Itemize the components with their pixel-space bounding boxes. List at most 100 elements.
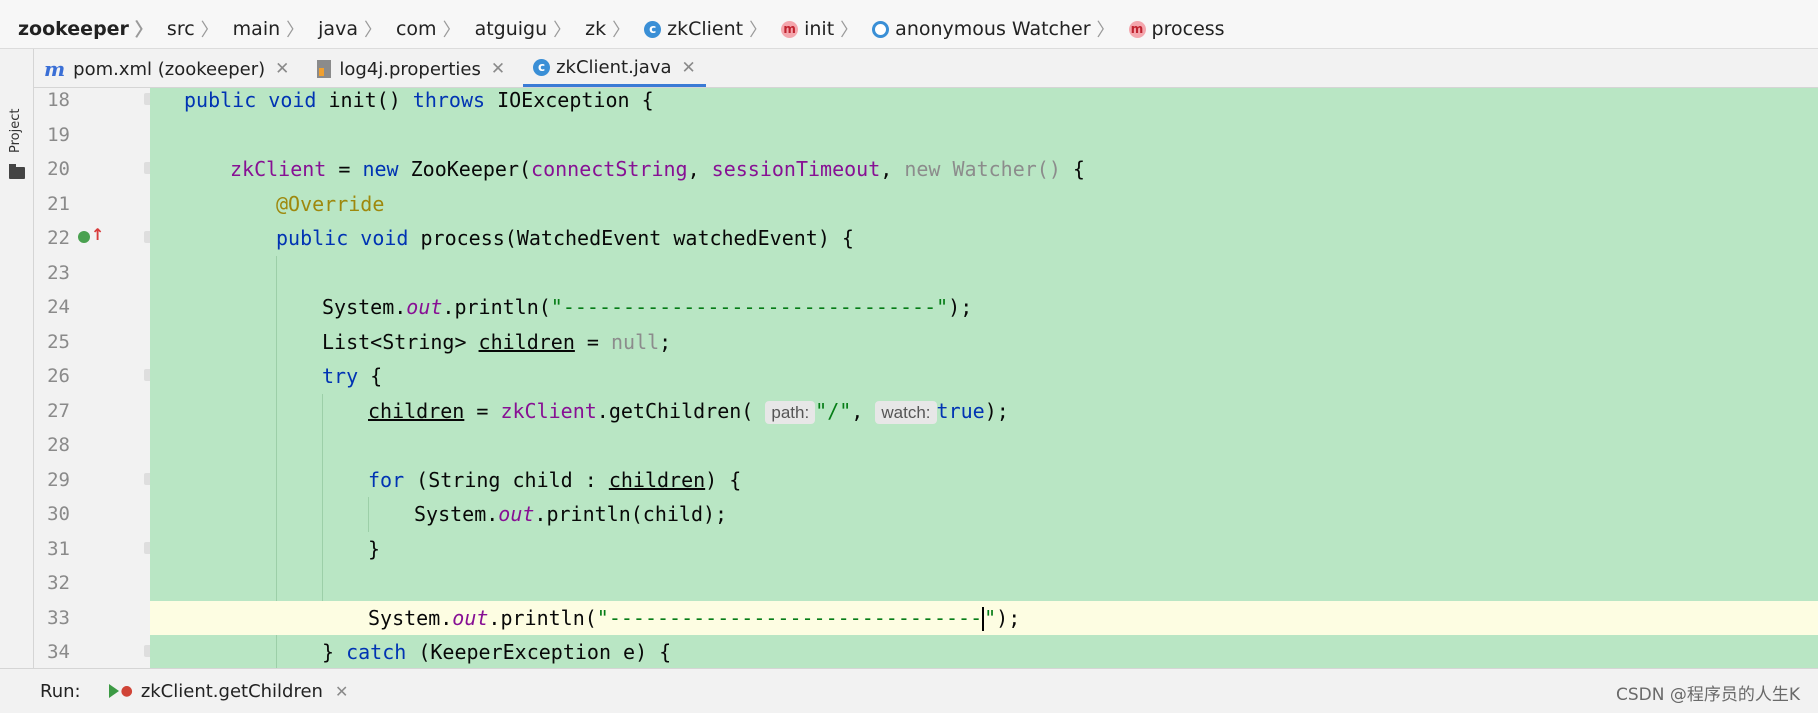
chevron-right-icon: 〉 [134,20,153,41]
breadcrumb-item-java[interactable]: java 〉 [310,16,388,42]
code-text-area: public void init() throws IOException { [150,88,1818,118]
code-text-area: } [150,531,1818,566]
breadcrumb: zookeeper 〉 src 〉 main 〉 java 〉 com 〉 atguigu… [0,10,1818,49]
code-line: 26 try { [34,359,1818,394]
line-number: 23 [47,261,70,284]
code-line-current: 33 System.out.println("-----------------… [34,600,1818,635]
breadcrumb-item-com[interactable]: com 〉 [388,16,467,42]
run-label: Run: [40,680,81,702]
folder-icon[interactable] [9,164,25,179]
breadcrumb-item-init[interactable]: m init 〉 [773,16,864,42]
tab-label: log4j.properties [339,58,481,80]
breadcrumb-label: com [395,18,437,40]
code-line: 30 System.out.println(child); [34,497,1818,532]
breadcrumb-item-zk[interactable]: zk 〉 [577,16,636,42]
gutter: 20 [34,152,156,187]
indent-guide [368,497,369,532]
breadcrumb-item-zkclient[interactable]: c zkClient 〉 [636,16,773,42]
code-text-area [150,117,1818,152]
code-line: 27 children = zkClient.getChildren( path… [34,393,1818,428]
java-class-icon: c [644,20,662,38]
chevron-right-icon: 〉 [286,20,305,41]
breadcrumb-item-process[interactable]: m process [1121,18,1231,40]
gutter: 25 [34,324,150,359]
code-text-area: List<String> children = null; [150,324,1818,359]
breadcrumb-item-atguigu[interactable]: atguigu 〉 [467,16,578,42]
code-line: 32 [34,566,1818,601]
line-number: 22 [47,227,70,249]
code-line: 31 } [34,531,1818,566]
chevron-right-icon: 〉 [442,20,461,41]
gutter: 27 [34,393,150,428]
run-tool-bar: Run: ● zkClient.getChildren ✕ [0,668,1818,713]
close-icon[interactable]: ✕ [275,59,289,79]
code-editor[interactable]: 18 public void init() throws IOException… [34,88,1818,668]
line-number: 33 [47,606,70,629]
code-text: System.out.println(child); [414,502,728,526]
code-line: 29 for (String child : children) { [34,462,1818,497]
breadcrumb-label: process [1151,18,1225,40]
breadcrumb-item-project[interactable]: zookeeper 〉 [0,16,159,42]
tab-log4j-properties[interactable]: log4j.properties ✕ [307,51,515,87]
chevron-right-icon: 〉 [1096,20,1115,41]
method-icon: m [1128,20,1146,38]
line-number: 20 [47,158,70,180]
close-icon[interactable]: ✕ [335,682,348,701]
breadcrumb-item-main[interactable]: main 〉 [225,16,310,42]
anonymous-class-icon [872,20,890,38]
code-text: System.out.println("--------------------… [368,605,1021,631]
code-line: 28 [34,428,1818,463]
indent-guide [276,324,277,359]
code-line: 22 ↑ public void process(WatchedEvent wat… [34,221,1818,256]
breadcrumb-label: anonymous Watcher [895,18,1091,40]
code-text: } [368,536,381,561]
method-icon: m [781,20,799,38]
arrow-up-icon[interactable]: ↑ [91,225,104,244]
code-text-area: System.out.println("--------------------… [150,290,1818,325]
breadcrumb-label: atguigu [474,18,548,40]
breadcrumb-label: zkClient [667,18,744,40]
properties-icon [317,60,332,78]
code-line: 18 public void init() throws IOException… [34,88,1818,118]
code-line: 25 List<String> children = null; [34,324,1818,359]
line-number: 26 [47,365,70,387]
line-number: 19 [47,123,70,146]
tab-zkclient-java[interactable]: c zkClient.java ✕ [523,51,706,87]
indent-guide [276,531,277,566]
breadcrumb-item-anonymous-watcher[interactable]: anonymous Watcher 〉 [864,16,1120,42]
gutter: 29 [34,462,156,497]
code-text-area: @Override [150,186,1818,221]
run-config-tab[interactable]: zkClient.getChildren [141,681,323,702]
indent-guide [276,255,277,290]
breadcrumb-item-src[interactable]: src 〉 [159,16,225,42]
line-number: 27 [47,399,70,422]
indent-guide [276,635,277,668]
code-text-area: zkClient = new ZooKeeper(connectString, … [150,152,1818,187]
breadcrumb-label: main [232,18,281,40]
implements-method-icon[interactable] [78,231,90,243]
tab-label: zkClient.java [556,57,672,78]
tab-pom-xml[interactable]: m pom.xml (zookeeper) ✕ [34,51,299,87]
gutter: 21 [34,186,150,221]
code-text-area: } catch (KeeperException e) { [150,635,1818,668]
code-line: 20 zkClient = new ZooKeeper(connectStrin… [34,152,1818,187]
project-tool-tab[interactable]: Project [8,109,23,153]
indent-guide [322,393,323,428]
indent-guide [276,290,277,325]
indent-guide [276,428,277,463]
breadcrumb-label: java [318,18,358,40]
code-line: 19 [34,117,1818,152]
close-icon[interactable]: ✕ [682,58,696,78]
code-text-area [150,255,1818,290]
side-tool-window-bar: Project [0,49,34,679]
code-text: public void process(WatchedEvent watched… [276,226,854,250]
code-text-area [150,428,1818,463]
chevron-right-icon: 〉 [553,20,572,41]
error-badge-icon: ● [120,683,133,699]
breadcrumb-label: init [804,18,835,40]
close-icon[interactable]: ✕ [491,59,505,79]
gutter: 30 [34,497,150,532]
gutter: 32 [34,566,150,601]
code-line: 23 [34,255,1818,290]
code-text-area: try { [150,359,1818,394]
